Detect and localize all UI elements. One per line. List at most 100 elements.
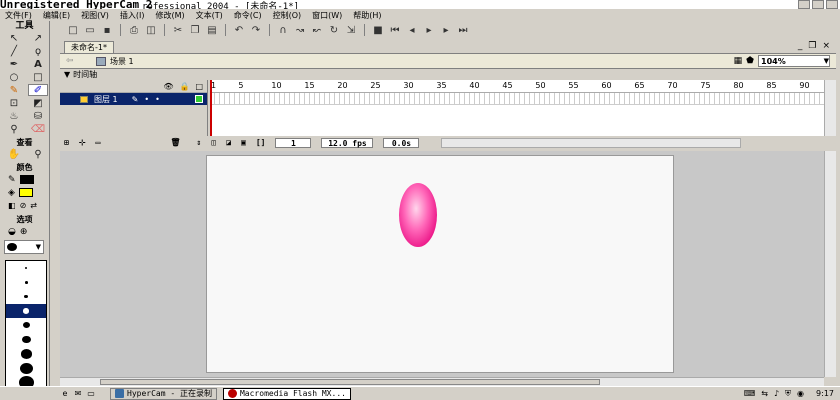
doc-minimize-icon[interactable]: _ <box>798 41 803 51</box>
center-frame-icon[interactable]: ⇕ <box>197 138 202 147</box>
edit-scene-icon[interactable]: ▦ <box>734 56 743 66</box>
taskbar-item-flash[interactable]: Macromedia Flash MX... <box>222 387 351 400</box>
ie-icon[interactable]: e <box>60 389 70 399</box>
lock-fill-icon[interactable]: ⊕ <box>20 227 28 237</box>
menu-insert[interactable]: 插入(I) <box>115 10 151 21</box>
doc-close-icon[interactable]: × <box>822 41 830 51</box>
text-tool-icon[interactable]: A <box>28 58 48 70</box>
menu-control[interactable]: 控制(O) <box>268 10 308 21</box>
frame-ruler[interactable]: 1 5 10 15 20 25 30 35 40 45 50 55 60 65 70 75 80 85 90 <box>210 80 824 93</box>
arrow-tool-icon[interactable]: ↖ <box>4 32 24 44</box>
step-back-icon[interactable]: ◂ <box>405 23 419 37</box>
brush-mode-icon[interactable]: ◒ <box>8 227 16 237</box>
paint-bucket-tool-icon[interactable]: ⛁ <box>28 110 48 122</box>
onion-markers-icon[interactable]: [] <box>256 138 266 147</box>
add-folder-icon[interactable]: ▭ <box>96 138 101 147</box>
lasso-tool-icon[interactable]: ϙ <box>28 45 48 57</box>
timeline-header[interactable]: ▼ 时间轴 <box>60 69 836 80</box>
minimize-button[interactable] <box>798 0 810 9</box>
brush-size-option[interactable] <box>6 318 46 332</box>
brush-size-option[interactable] <box>6 303 46 319</box>
volume-icon[interactable]: ♪ <box>774 389 779 398</box>
stage-horizontal-scrollbar[interactable] <box>60 377 824 386</box>
scene-breadcrumb[interactable]: 场景 1 <box>96 56 134 67</box>
paste-icon[interactable]: ▤ <box>205 23 219 37</box>
frame-rate-display[interactable]: 12.0 fps <box>321 137 374 148</box>
outline-icon[interactable]: □ <box>195 82 203 91</box>
ink-bottle-tool-icon[interactable]: ♨ <box>4 110 24 122</box>
edit-symbol-icon[interactable]: ⬟ <box>746 56 754 66</box>
stroke-color-swatch[interactable] <box>19 175 34 184</box>
maximize-button[interactable] <box>812 0 824 9</box>
straighten-icon[interactable]: ↜ <box>310 23 324 37</box>
brush-size-option[interactable] <box>6 261 46 275</box>
subselect-tool-icon[interactable]: ↗ <box>28 32 48 44</box>
scale-icon[interactable]: ⇲ <box>344 23 358 37</box>
print-icon[interactable]: ⎙ <box>127 23 141 37</box>
menu-edit[interactable]: 编辑(E) <box>38 10 76 21</box>
open-folder-icon[interactable]: ▭ <box>83 23 97 37</box>
free-transform-tool-icon[interactable]: ⊡ <box>4 97 24 109</box>
menu-window[interactable]: 窗口(W) <box>307 10 348 21</box>
brush-size-combo[interactable]: ▼ <box>4 240 44 254</box>
redo-icon[interactable]: ↷ <box>249 23 263 37</box>
stage[interactable] <box>206 155 674 373</box>
edit-multiple-icon[interactable]: ▣ <box>241 138 246 147</box>
fill-color-swatch[interactable] <box>18 188 33 197</box>
close-button[interactable] <box>826 0 838 9</box>
desktop-icon[interactable]: ▭ <box>86 389 96 399</box>
default-colors-icon[interactable]: ◧ <box>8 201 16 210</box>
eraser-tool-icon[interactable]: ⌫ <box>28 123 48 135</box>
taskbar-item-hypercam[interactable]: HyperCam - 正在录制 <box>110 387 217 400</box>
keyboard-icon[interactable]: ⌨ <box>744 389 756 398</box>
onion-outline-icon[interactable]: ◪ <box>226 138 231 147</box>
pencil-tool-icon[interactable]: ✎ <box>4 84 24 96</box>
cut-icon[interactable]: ✂ <box>171 23 185 37</box>
swap-colors-icon[interactable]: ⇄ <box>30 201 37 210</box>
onion-skin-icon[interactable]: ◫ <box>211 138 216 147</box>
brush-size-option[interactable] <box>6 290 46 304</box>
zoom-combo[interactable]: 104% ▼ <box>758 55 830 67</box>
add-guide-icon[interactable]: ⊹ <box>79 138 86 147</box>
outline-color-icon[interactable] <box>195 95 203 103</box>
fill-transform-tool-icon[interactable]: ◩ <box>28 97 48 109</box>
stop-icon[interactable]: ■ <box>371 23 385 37</box>
menu-help[interactable]: 帮助(H) <box>348 10 387 21</box>
print-preview-icon[interactable]: ◫ <box>144 23 158 37</box>
rectangle-tool-icon[interactable]: □ <box>28 71 48 83</box>
layer-row[interactable]: 图层 1 ✎ • • <box>60 93 207 105</box>
stage-vertical-scrollbar[interactable] <box>824 151 836 377</box>
smooth-icon[interactable]: ↝ <box>293 23 307 37</box>
copy-icon[interactable]: ❐ <box>188 23 202 37</box>
eyedropper-tool-icon[interactable]: ⚲ <box>4 123 24 135</box>
step-forward-icon[interactable]: ▸ <box>439 23 453 37</box>
document-tab[interactable]: 未命名-1* <box>64 41 114 53</box>
fast-forward-icon[interactable]: ⏭ <box>456 23 470 37</box>
menu-text[interactable]: 文本(T) <box>191 10 229 21</box>
rotate-icon[interactable]: ↻ <box>327 23 341 37</box>
network-icon[interactable]: ⇆ <box>761 389 768 398</box>
back-arrow-icon[interactable]: ⇦ <box>66 56 74 66</box>
menu-view[interactable]: 视图(V) <box>76 10 115 21</box>
chevron-down-icon[interactable]: ▼ <box>824 56 829 66</box>
no-color-icon[interactable]: ⊘ <box>20 201 27 210</box>
frame-area[interactable]: 1 5 10 15 20 25 30 35 40 45 50 55 60 65 70 75 80 85 90 <box>210 80 824 136</box>
brush-tool-icon[interactable]: ✐ <box>28 84 48 96</box>
hand-tool-icon[interactable]: ✋ <box>4 148 24 160</box>
timeline-vertical-scrollbar[interactable] <box>824 80 836 136</box>
play-icon[interactable]: ▸ <box>422 23 436 37</box>
menu-commands[interactable]: 命令(C) <box>229 10 268 21</box>
menu-modify[interactable]: 修改(M) <box>150 10 190 21</box>
snap-magnet-icon[interactable]: ∩ <box>276 23 290 37</box>
save-icon[interactable]: ▪ <box>100 23 114 37</box>
timeline-horizontal-scrollbar[interactable] <box>441 137 742 148</box>
eye-icon[interactable]: 👁 <box>163 82 173 91</box>
rewind-icon[interactable]: ⏮ <box>388 23 402 37</box>
pen-tool-icon[interactable]: ✒ <box>4 58 24 70</box>
lock-dot-icon[interactable]: • <box>155 95 160 104</box>
menu-file[interactable]: 文件(F) <box>0 10 38 21</box>
line-tool-icon[interactable]: ╱ <box>4 45 24 57</box>
delete-layer-icon[interactable]: 🗑 <box>170 138 180 147</box>
shield-icon[interactable]: ⛨ <box>785 389 791 399</box>
brush-size-option[interactable] <box>6 275 46 289</box>
